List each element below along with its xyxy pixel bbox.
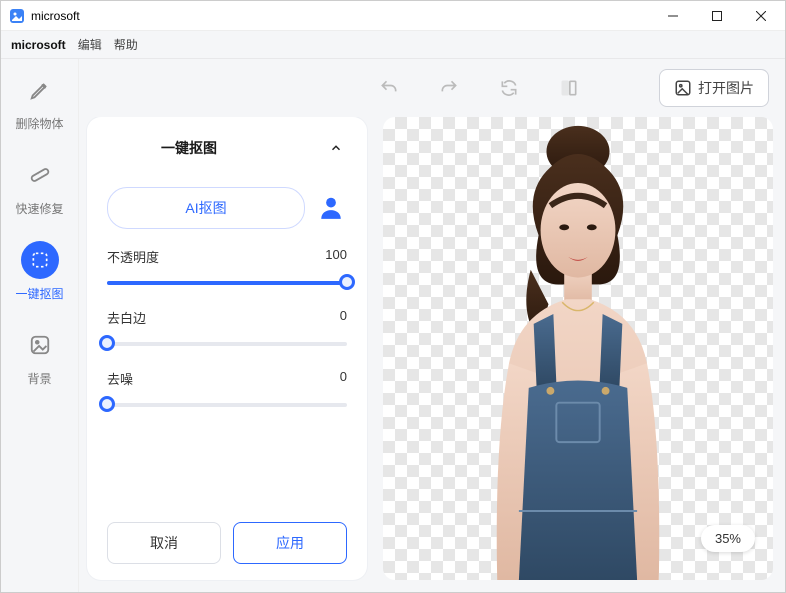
compare-icon[interactable] (559, 78, 579, 98)
close-button[interactable] (739, 1, 783, 31)
sidebar-item-label: 快速修复 (15, 200, 63, 217)
maximize-button[interactable] (695, 1, 739, 31)
sidebar-item-remove-object[interactable]: 删除物体 (10, 71, 70, 132)
edge-slider[interactable]: 去白边 0 (107, 308, 347, 351)
slider-value: 0 (340, 308, 347, 327)
chevron-up-icon[interactable] (325, 137, 347, 159)
menu-item-help[interactable]: 帮助 (114, 36, 138, 53)
apply-label: 应用 (276, 535, 304, 551)
ai-cutout-button[interactable]: AI抠图 (107, 187, 305, 229)
denoise-slider[interactable]: 去噪 0 (107, 369, 347, 412)
cancel-label: 取消 (150, 535, 178, 551)
sidebar-item-cutout[interactable]: 一键抠图 (10, 241, 70, 302)
person-icon[interactable] (315, 192, 347, 224)
sidebar-item-background[interactable]: 背景 (10, 326, 70, 387)
ai-cutout-label: AI抠图 (185, 200, 226, 216)
window-title: microsoft (31, 9, 651, 23)
sidebar-item-label: 删除物体 (15, 115, 63, 132)
sidebar-item-label: 一键抠图 (15, 285, 63, 302)
apply-button[interactable]: 应用 (233, 522, 347, 564)
cutout-icon (21, 241, 59, 279)
undo-icon[interactable] (379, 78, 399, 98)
minimize-button[interactable] (651, 1, 695, 31)
slider-label: 不透明度 (107, 247, 159, 266)
panel-title: 一键抠图 (161, 138, 217, 158)
pencil-icon (21, 71, 59, 109)
slider-value: 0 (340, 369, 347, 388)
sidebar: 删除物体 快速修复 一键抠图 背景 (1, 59, 79, 592)
zoom-value: 35% (715, 531, 741, 546)
menu-item-edit[interactable]: 编辑 (78, 36, 102, 53)
menubar: microsoft 编辑 帮助 (1, 31, 785, 59)
open-image-label: 打开图片 (698, 78, 754, 98)
refresh-icon[interactable] (499, 78, 519, 98)
image-icon (21, 326, 59, 364)
sidebar-item-label: 背景 (27, 370, 51, 387)
bandage-icon (21, 156, 59, 194)
cancel-button[interactable]: 取消 (107, 522, 221, 564)
image-canvas[interactable]: 35% (383, 117, 773, 580)
open-image-button[interactable]: 打开图片 (659, 69, 769, 107)
subject-figure (438, 117, 718, 580)
redo-icon[interactable] (439, 78, 459, 98)
cutout-panel: 一键抠图 AI抠图 不透明度 100 去白边 0 (87, 117, 367, 580)
slider-label: 去噪 (107, 369, 133, 388)
window-titlebar: microsoft (1, 1, 785, 31)
slider-label: 去白边 (107, 308, 146, 327)
zoom-badge[interactable]: 35% (701, 525, 755, 552)
slider-value: 100 (325, 247, 347, 266)
toolbar: 打开图片 (79, 59, 785, 117)
sidebar-item-quick-repair[interactable]: 快速修复 (10, 156, 70, 217)
app-icon (9, 8, 25, 24)
image-icon (674, 79, 692, 97)
opacity-slider[interactable]: 不透明度 100 (107, 247, 347, 290)
menu-item-app[interactable]: microsoft (11, 38, 66, 52)
